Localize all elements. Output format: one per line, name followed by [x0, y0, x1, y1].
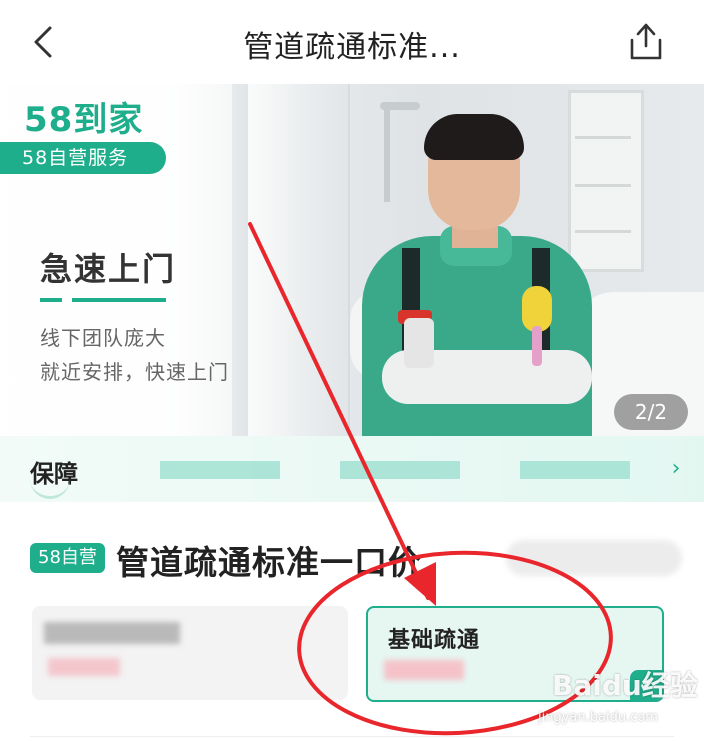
share-icon[interactable]	[626, 20, 666, 62]
option-price-blurred	[384, 660, 464, 680]
product-title: 管道疏通标准一口价	[116, 543, 422, 582]
spray-bottle	[404, 318, 434, 368]
cleaning-brush-handle	[532, 326, 542, 366]
worker-jacket	[362, 236, 592, 436]
headline-underline	[40, 298, 62, 302]
option-price-blurred	[48, 658, 120, 676]
banner-desc-line: 就近安排，快速上门	[40, 360, 229, 384]
self-operated-tag: 58自营	[30, 543, 105, 573]
watermark-logo: Baidu经验	[552, 669, 698, 702]
worker-hair	[424, 114, 524, 160]
logo-wordmark: 58到家	[24, 100, 144, 140]
service-worker-photo	[362, 114, 592, 436]
banner-headline: 急速上门	[40, 250, 177, 288]
chevron-right-icon[interactable]: ›	[664, 454, 688, 484]
banner-carousel[interactable]: 58到家 58自营服务 急速上门 线下团队庞大 就近安排，快速上门 2/2	[0, 84, 704, 436]
guarantee-strip[interactable]: 保障 ›	[0, 436, 704, 502]
page-title: 管道疏通标准...	[243, 30, 461, 65]
divider	[30, 736, 674, 737]
option-label: 基础疏通	[388, 628, 481, 653]
headline-underline	[72, 298, 166, 302]
guarantee-item-blurred	[160, 461, 280, 479]
brand-logo: 58到家 58自营服务	[0, 84, 180, 176]
service-option-card[interactable]	[32, 606, 348, 700]
top-nav-bar: 管道疏通标准...	[0, 0, 704, 85]
banner-desc-line: 线下团队庞大	[40, 326, 166, 350]
guarantee-item-blurred	[340, 461, 460, 479]
option-name-blurred	[44, 622, 180, 644]
price-blurred	[506, 540, 682, 576]
guarantee-item-blurred	[520, 461, 630, 479]
guarantee-decoration	[30, 476, 70, 499]
watermark-url: jingyan.baidu.com	[538, 710, 658, 725]
carousel-page-indicator: 2/2	[614, 394, 688, 430]
logo-subtitle: 58自营服务	[0, 142, 166, 174]
